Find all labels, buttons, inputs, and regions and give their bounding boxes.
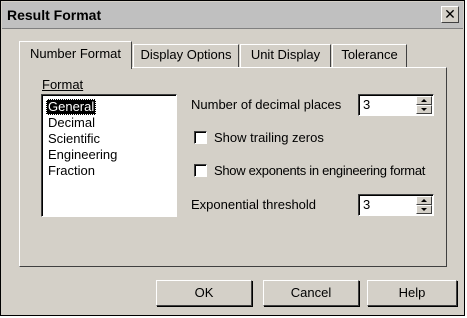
decimal-places-spinner[interactable]: 3 <box>358 94 434 116</box>
exponential-threshold-label: Exponential threshold <box>191 197 317 212</box>
cancel-button[interactable]: Cancel <box>263 280 359 306</box>
window-title: Result Format <box>7 7 102 23</box>
format-listbox[interactable]: General Decimal Scientific Engineering F… <box>41 94 177 217</box>
arrow-up-icon <box>421 99 427 102</box>
format-option-engineering[interactable]: Engineering <box>46 147 119 163</box>
show-trailing-zeros-label: Show trailing zeros <box>214 130 324 145</box>
tab-display-options[interactable]: Display Options <box>133 44 239 67</box>
arrow-down-icon <box>421 208 427 211</box>
arrow-down-icon <box>421 108 427 111</box>
title-bar[interactable]: Result Format ✕ <box>2 2 463 29</box>
exponential-threshold-up-button[interactable] <box>416 196 432 205</box>
result-format-dialog: Result Format ✕ Number Format Display Op… <box>0 0 465 316</box>
close-icon: ✕ <box>444 6 456 22</box>
format-option-fraction[interactable]: Fraction <box>46 163 97 179</box>
decimal-places-value[interactable]: 3 <box>363 97 370 112</box>
decimal-places-up-button[interactable] <box>416 96 432 105</box>
exponential-threshold-down-button[interactable] <box>416 205 432 214</box>
format-option-decimal[interactable]: Decimal <box>46 115 97 131</box>
close-button[interactable]: ✕ <box>441 6 459 23</box>
tab-unit-display[interactable]: Unit Display <box>240 44 331 67</box>
exponential-threshold-value[interactable]: 3 <box>363 197 370 212</box>
tab-tolerance[interactable]: Tolerance <box>332 44 407 67</box>
ok-button[interactable]: OK <box>156 280 252 306</box>
format-option-scientific[interactable]: Scientific <box>46 131 102 147</box>
decimal-places-label: Number of decimal places <box>191 97 342 112</box>
exponential-threshold-spinner[interactable]: 3 <box>358 194 434 216</box>
show-exponents-label: Show exponents in engineering format <box>214 163 426 178</box>
format-option-general[interactable]: General <box>46 99 97 115</box>
decimal-places-down-button[interactable] <box>416 105 432 114</box>
arrow-up-icon <box>421 199 427 202</box>
format-label: Format <box>42 77 84 92</box>
tab-number-format[interactable]: Number Format <box>19 41 132 69</box>
show-exponents-checkbox[interactable] <box>194 164 207 177</box>
show-trailing-zeros-checkbox[interactable] <box>194 131 207 144</box>
help-button[interactable]: Help <box>367 280 457 306</box>
